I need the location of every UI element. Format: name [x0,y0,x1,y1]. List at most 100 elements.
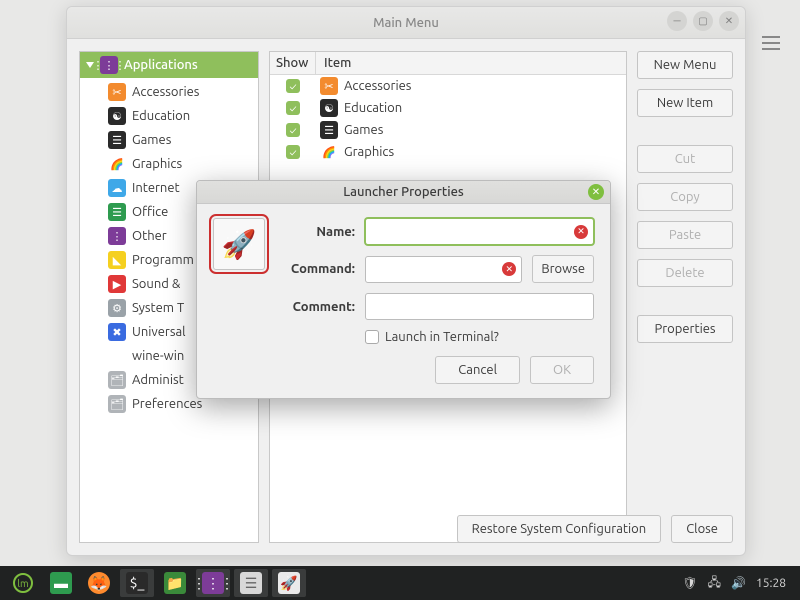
category-icon: 🌈 [320,143,338,161]
list-row[interactable]: ✓ ✂ Accessories [270,75,626,97]
checkbox-icon[interactable]: ✓ [286,145,300,159]
tree-item-label: Education [132,109,190,123]
clear-icon[interactable]: ✕ [502,262,516,276]
category-icon: ☁ [108,179,126,197]
show-desktop-button[interactable]: ▬ [44,569,78,597]
close-icon[interactable]: ✕ [719,11,739,31]
launcher-properties-dialog: Launcher Properties ✕ 🚀 Name: ✕ Command:… [196,180,611,399]
category-icon: ☰ [108,131,126,149]
tree-item-label: Programm [132,253,194,267]
dialog-close-icon[interactable]: ✕ [588,184,604,200]
comment-label: Comment: [279,300,355,314]
tree-item[interactable]: ✂ Accessories [80,80,258,104]
footer: Restore System Configuration Close [457,515,733,543]
list-row[interactable]: ✓ ☯Education [270,97,626,119]
category-icon: ☯ [108,107,126,125]
terminal-label: Launch in Terminal? [385,330,499,344]
tree-item-label: Sound & [132,277,180,291]
tree-item-label: Games [132,133,171,147]
tree-item-label: Accessories [132,85,199,99]
item-label: Accessories [344,79,411,93]
tree-item-label: Graphics [132,157,182,171]
dialog-titlebar[interactable]: Launcher Properties ✕ [197,181,610,204]
tree-item[interactable]: ☯ Education [80,104,258,128]
tree-item-label: System T [132,301,184,315]
name-input[interactable] [365,218,594,245]
item-label: Education [344,101,402,115]
rocket-icon: 🚀 [222,228,257,261]
new-menu-button[interactable]: New Menu [637,51,733,79]
terminal-button[interactable]: $_ [120,569,154,597]
dialog-title: Launcher Properties [343,185,464,199]
tree-item-label: Office [132,205,168,219]
category-icon: ✖ [108,323,126,341]
clear-icon[interactable]: ✕ [574,225,588,239]
minimize-icon[interactable]: ─ [667,11,687,31]
command-input[interactable] [365,256,522,283]
cancel-button[interactable]: Cancel [435,356,520,384]
category-icon: ⋮⋮⋮ [108,227,126,245]
tree-header-applications[interactable]: ⋮⋮⋮ Applications [80,52,258,78]
category-icon: ✂ [320,77,338,95]
clock[interactable]: 15:28 [756,577,786,590]
col-item[interactable]: Item [316,52,626,74]
category-icon: ◣ [108,251,126,269]
tree-item[interactable]: ☰ Games [80,128,258,152]
item-label: Graphics [344,145,394,159]
paste-button[interactable]: Paste [637,221,733,249]
tree-item-label: Other [132,229,167,243]
category-icon: 🗂 [108,395,126,413]
taskbar: lm ▬ 🦊 $_ 📁 ⋮⋮⋮ ☰ 🚀 🛡 🖧 🔊 15:28 [0,566,800,600]
category-icon: ☰ [320,121,338,139]
launcher-taskbar-button[interactable]: 🚀 [272,569,306,597]
grid-icon: ⋮⋮⋮ [100,56,118,74]
tree-header-label: Applications [124,58,198,72]
titlebar[interactable]: Main Menu ─ ▢ ✕ [67,7,745,39]
restore-button[interactable]: Restore System Configuration [457,515,662,543]
menu-icon[interactable] [762,36,780,50]
category-icon: 🌈 [108,155,126,173]
category-icon: ⚙ [108,299,126,317]
main-menu-taskbar-button[interactable]: ⋮⋮⋮ [196,569,230,597]
col-show[interactable]: Show [270,52,316,74]
list-taskbar-button[interactable]: ☰ [234,569,268,597]
tree-item-label: Internet [132,181,180,195]
action-pane: New Menu New Item Cut Copy Paste Delete … [637,51,733,543]
tree-item-label: wine-win [132,349,184,363]
tree-item-label: Administ [132,373,184,387]
terminal-checkbox[interactable] [365,330,379,344]
system-tray: 🛡 🖧 🔊 15:28 [682,573,794,594]
close-button[interactable]: Close [671,515,733,543]
category-icon: 🗂 [108,371,126,389]
firefox-button[interactable]: 🦊 [82,569,116,597]
maximize-icon[interactable]: ▢ [693,11,713,31]
tree-item-label: Universal [132,325,186,339]
shield-icon[interactable]: 🛡 [682,576,697,590]
copy-button[interactable]: Copy [637,183,733,211]
new-item-button[interactable]: New Item [637,89,733,117]
delete-button[interactable]: Delete [637,259,733,287]
comment-input[interactable] [365,293,594,320]
cut-button[interactable]: Cut [637,145,733,173]
category-icon: ✂ [108,83,126,101]
tree-item-label: Preferences [132,397,202,411]
files-button[interactable]: 📁 [158,569,192,597]
list-header: Show Item [270,52,626,75]
ok-button[interactable]: OK [530,356,594,384]
checkbox-icon[interactable]: ✓ [286,79,300,93]
list-row[interactable]: ✓ ☰Games [270,119,626,141]
list-row[interactable]: ✓ 🌈 Graphics [270,141,626,163]
svg-text:lm: lm [17,578,28,589]
tree-item[interactable]: 🌈 Graphics [80,152,258,176]
browse-button[interactable]: Browse [532,255,594,283]
command-label: Command: [279,262,355,276]
volume-icon[interactable]: 🔊 [731,576,746,590]
checkbox-icon[interactable]: ✓ [286,123,300,137]
mint-menu-button[interactable]: lm [6,569,40,597]
category-icon: ☰ [108,203,126,221]
network-icon[interactable]: 🖧 [708,573,721,594]
checkbox-icon[interactable]: ✓ [286,101,300,115]
properties-button[interactable]: Properties [637,315,733,343]
name-label: Name: [279,225,355,239]
launcher-icon-button[interactable]: 🚀 [213,218,265,270]
